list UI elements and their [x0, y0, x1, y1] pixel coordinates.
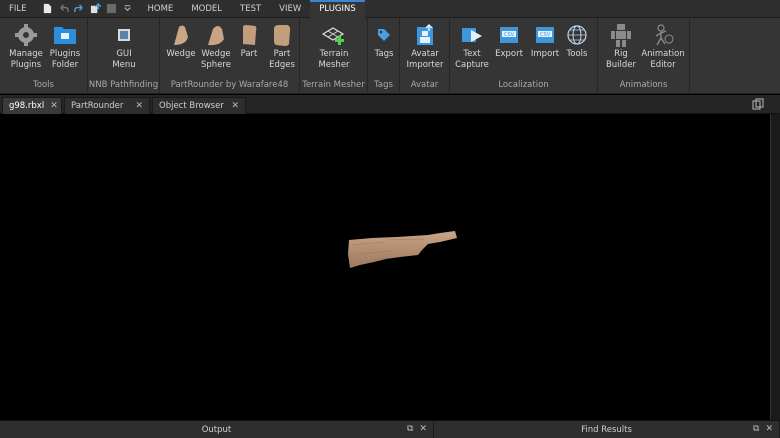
- gear-icon: [15, 24, 37, 46]
- text-capture-button[interactable]: Text Capture: [454, 22, 490, 71]
- import-button[interactable]: CSV Import: [528, 22, 562, 60]
- group-tools: Manage Plugins Plugins Folder Tools: [0, 18, 88, 94]
- svg-text:CSV: CSV: [540, 32, 551, 38]
- quick-access-toolbar: [36, 3, 139, 14]
- close-icon[interactable]: ✕: [419, 424, 427, 434]
- close-icon[interactable]: ✕: [135, 101, 143, 111]
- gui-menu-icon: [118, 29, 130, 41]
- group-label-tags: Tags: [374, 80, 393, 90]
- restore-view-icon[interactable]: [752, 98, 764, 110]
- part-icon: [243, 25, 257, 45]
- animation-editor-button[interactable]: Animation Editor: [640, 22, 686, 71]
- group-animations: Rig Builder Animation Editor Animations: [598, 18, 690, 94]
- bottom-panels: Output ⧉ ✕ Find Results ⧉ ✕: [0, 420, 780, 438]
- menu-tab-model[interactable]: MODEL: [182, 0, 231, 18]
- group-label-animations: Animations: [619, 80, 668, 90]
- find-results-panel-header[interactable]: Find Results ⧉ ✕: [434, 421, 780, 438]
- menu-tab-plugins[interactable]: PLUGINS: [310, 0, 365, 18]
- plugins-folder-button[interactable]: Plugins Folder: [46, 22, 84, 71]
- group-nnb-pathfinding: GUI Menu NNB Pathfinding: [88, 18, 160, 94]
- group-partrounder: Wedge Wedge Sphere Part Part Edges PartR…: [160, 18, 300, 94]
- output-panel-header[interactable]: Output ⧉ ✕: [0, 421, 434, 438]
- text-capture-icon: [462, 28, 482, 42]
- group-terrain-mesher: Terrain Mesher Terrain Mesher: [300, 18, 368, 94]
- tab-label: PartRounder: [71, 101, 124, 111]
- part-edges-button[interactable]: Part Edges: [266, 22, 298, 71]
- menu-tab-test[interactable]: TEST: [231, 0, 270, 18]
- tab-label: Object Browser: [159, 101, 224, 111]
- group-label-tools: Tools: [33, 80, 54, 90]
- terrain-mesher-icon: [321, 27, 345, 45]
- group-label-avatar: Avatar: [410, 80, 439, 90]
- undock-icon[interactable]: ⧉: [407, 424, 413, 434]
- 3d-viewport[interactable]: [0, 114, 770, 420]
- terrain-mesher-button[interactable]: Terrain Mesher: [314, 22, 354, 71]
- gui-menu-button[interactable]: GUI Menu: [104, 22, 144, 71]
- wedge-sphere-button[interactable]: Wedge Sphere: [198, 22, 234, 71]
- menu-file[interactable]: FILE: [0, 0, 36, 18]
- group-label-localization: Localization: [498, 80, 549, 90]
- new-file-icon[interactable]: [42, 3, 53, 14]
- find-results-panel-title: Find Results: [581, 425, 632, 435]
- chevron-down-icon[interactable]: [122, 3, 133, 14]
- group-localization: Text Capture CSV Export CSV Import Tools…: [450, 18, 598, 94]
- rifle-stock-model[interactable]: [0, 114, 770, 420]
- group-label-partrounder: PartRounder by Warafare48: [170, 80, 289, 90]
- rig-builder-icon: [611, 24, 631, 47]
- part-edges-icon: [274, 25, 291, 46]
- close-icon[interactable]: ✕: [50, 101, 58, 111]
- menu-tab-home[interactable]: HOME: [139, 0, 183, 18]
- tab-object-browser[interactable]: Object Browser ✕: [152, 97, 246, 114]
- tags-button[interactable]: Tags: [371, 22, 397, 60]
- folder-icon: [54, 27, 76, 44]
- manage-plugins-button[interactable]: Manage Plugins: [6, 22, 46, 71]
- stop-icon[interactable]: [106, 3, 117, 14]
- part-button[interactable]: Part: [236, 22, 262, 60]
- tab-g98-rbxl[interactable]: g98.rbxl ✕: [2, 97, 62, 114]
- ribbon: Manage Plugins Plugins Folder Tools GUI …: [0, 18, 780, 94]
- document-tab-bar: g98.rbxl ✕ PartRounder ✕ Object Browser …: [0, 95, 780, 114]
- output-panel-title: Output: [201, 425, 232, 435]
- animation-editor-icon: [655, 24, 674, 46]
- group-label-terrain: Terrain Mesher: [302, 80, 365, 90]
- tab-partrounder[interactable]: PartRounder ✕: [64, 97, 150, 114]
- csv-export-icon: CSV: [500, 27, 518, 43]
- group-avatar: Avatar Importer Avatar: [400, 18, 450, 94]
- right-panel-strip: [770, 114, 780, 420]
- wedge-button[interactable]: Wedge: [164, 22, 198, 60]
- tab-label: g98.rbxl: [9, 101, 45, 111]
- group-tags: Tags Tags: [368, 18, 400, 94]
- undo-icon[interactable]: [58, 3, 69, 14]
- localization-tools-button[interactable]: Tools: [562, 22, 592, 60]
- svg-text:CSV: CSV: [504, 32, 515, 38]
- publish-icon[interactable]: [90, 3, 101, 14]
- export-button[interactable]: CSV Export: [492, 22, 526, 60]
- wedge-sphere-icon: [208, 26, 224, 46]
- globe-icon: [567, 25, 587, 45]
- menu-bar: FILE HOME MODEL TEST VIEW PLUGINS: [0, 0, 780, 18]
- close-icon[interactable]: ✕: [765, 424, 773, 434]
- avatar-importer-icon: [417, 23, 433, 45]
- group-label-nnb: NNB Pathfinding: [88, 80, 159, 90]
- wedge-icon: [174, 25, 188, 45]
- close-icon[interactable]: ✕: [231, 101, 239, 111]
- undock-icon[interactable]: ⧉: [753, 424, 759, 434]
- menu-tab-view[interactable]: VIEW: [270, 0, 310, 18]
- redo-icon[interactable]: [73, 3, 85, 14]
- rig-builder-button[interactable]: Rig Builder: [604, 22, 638, 71]
- csv-import-icon: CSV: [536, 27, 554, 43]
- avatar-importer-button[interactable]: Avatar Importer: [404, 22, 446, 71]
- tag-icon: [378, 29, 390, 41]
